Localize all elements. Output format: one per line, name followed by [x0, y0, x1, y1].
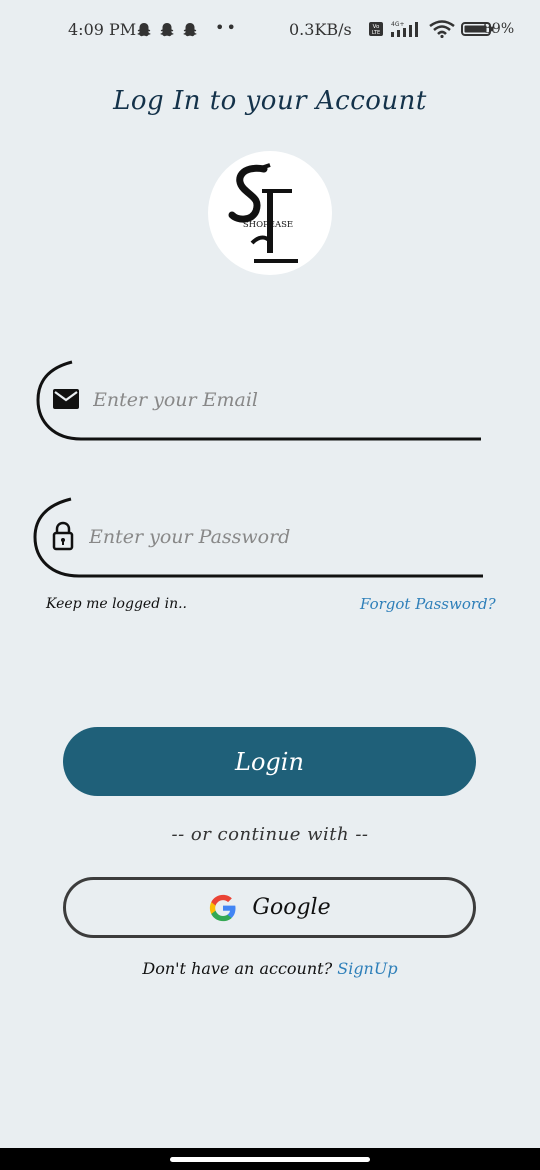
logo-wordmark: SHOPEASE — [243, 220, 293, 230]
status-bar: 4:09 PM •• 0.3KB/s Vo LTE 4G+ 89% — [0, 0, 540, 62]
password-field-container — [33, 497, 486, 579]
more-notifications-dots: •• — [215, 18, 238, 37]
volte-icon: Vo LTE — [369, 22, 383, 36]
signal-icon: 4G+ — [391, 21, 418, 37]
login-button[interactable]: Login — [63, 727, 476, 796]
signup-row: Don't have an account? SignUp — [0, 959, 540, 978]
home-gesture-handle[interactable] — [170, 1157, 370, 1162]
signup-link[interactable]: SignUp — [337, 959, 397, 978]
google-button-label: Google — [252, 895, 331, 920]
google-logo-icon — [210, 894, 236, 921]
page-title: Log In to your Account — [113, 86, 427, 116]
wifi-icon — [429, 20, 455, 38]
signup-prompt: Don't have an account? — [142, 959, 338, 978]
app-logo: SHOPEASE — [208, 151, 332, 275]
snapchat-ghost-icon — [137, 23, 151, 37]
svg-text:LTE: LTE — [372, 30, 380, 36]
status-time: 4:09 PM — [68, 20, 137, 39]
or-continue-with-divider: -- or continue with -- — [171, 824, 369, 845]
mail-icon — [53, 389, 79, 409]
notification-icons — [136, 22, 198, 38]
google-signin-button[interactable]: Google — [63, 877, 476, 938]
email-field-container — [36, 360, 486, 442]
network-speed: 0.3KB/s — [289, 20, 352, 39]
keep-logged-in-label[interactable]: Keep me logged in.. — [46, 596, 187, 612]
network-type-label: 4G+ — [391, 21, 405, 28]
shopease-logo-icon: SHOPEASE — [228, 163, 298, 263]
forgot-password-link[interactable]: Forgot Password? — [360, 595, 496, 613]
battery-percent: 89% — [483, 21, 515, 37]
system-icons: Vo LTE 4G+ — [369, 20, 495, 38]
snapchat-ghost-icon — [183, 23, 197, 37]
email-input[interactable] — [91, 384, 475, 416]
password-input[interactable] — [87, 521, 471, 553]
snapchat-ghost-icon — [160, 23, 174, 37]
lock-icon — [52, 521, 74, 551]
